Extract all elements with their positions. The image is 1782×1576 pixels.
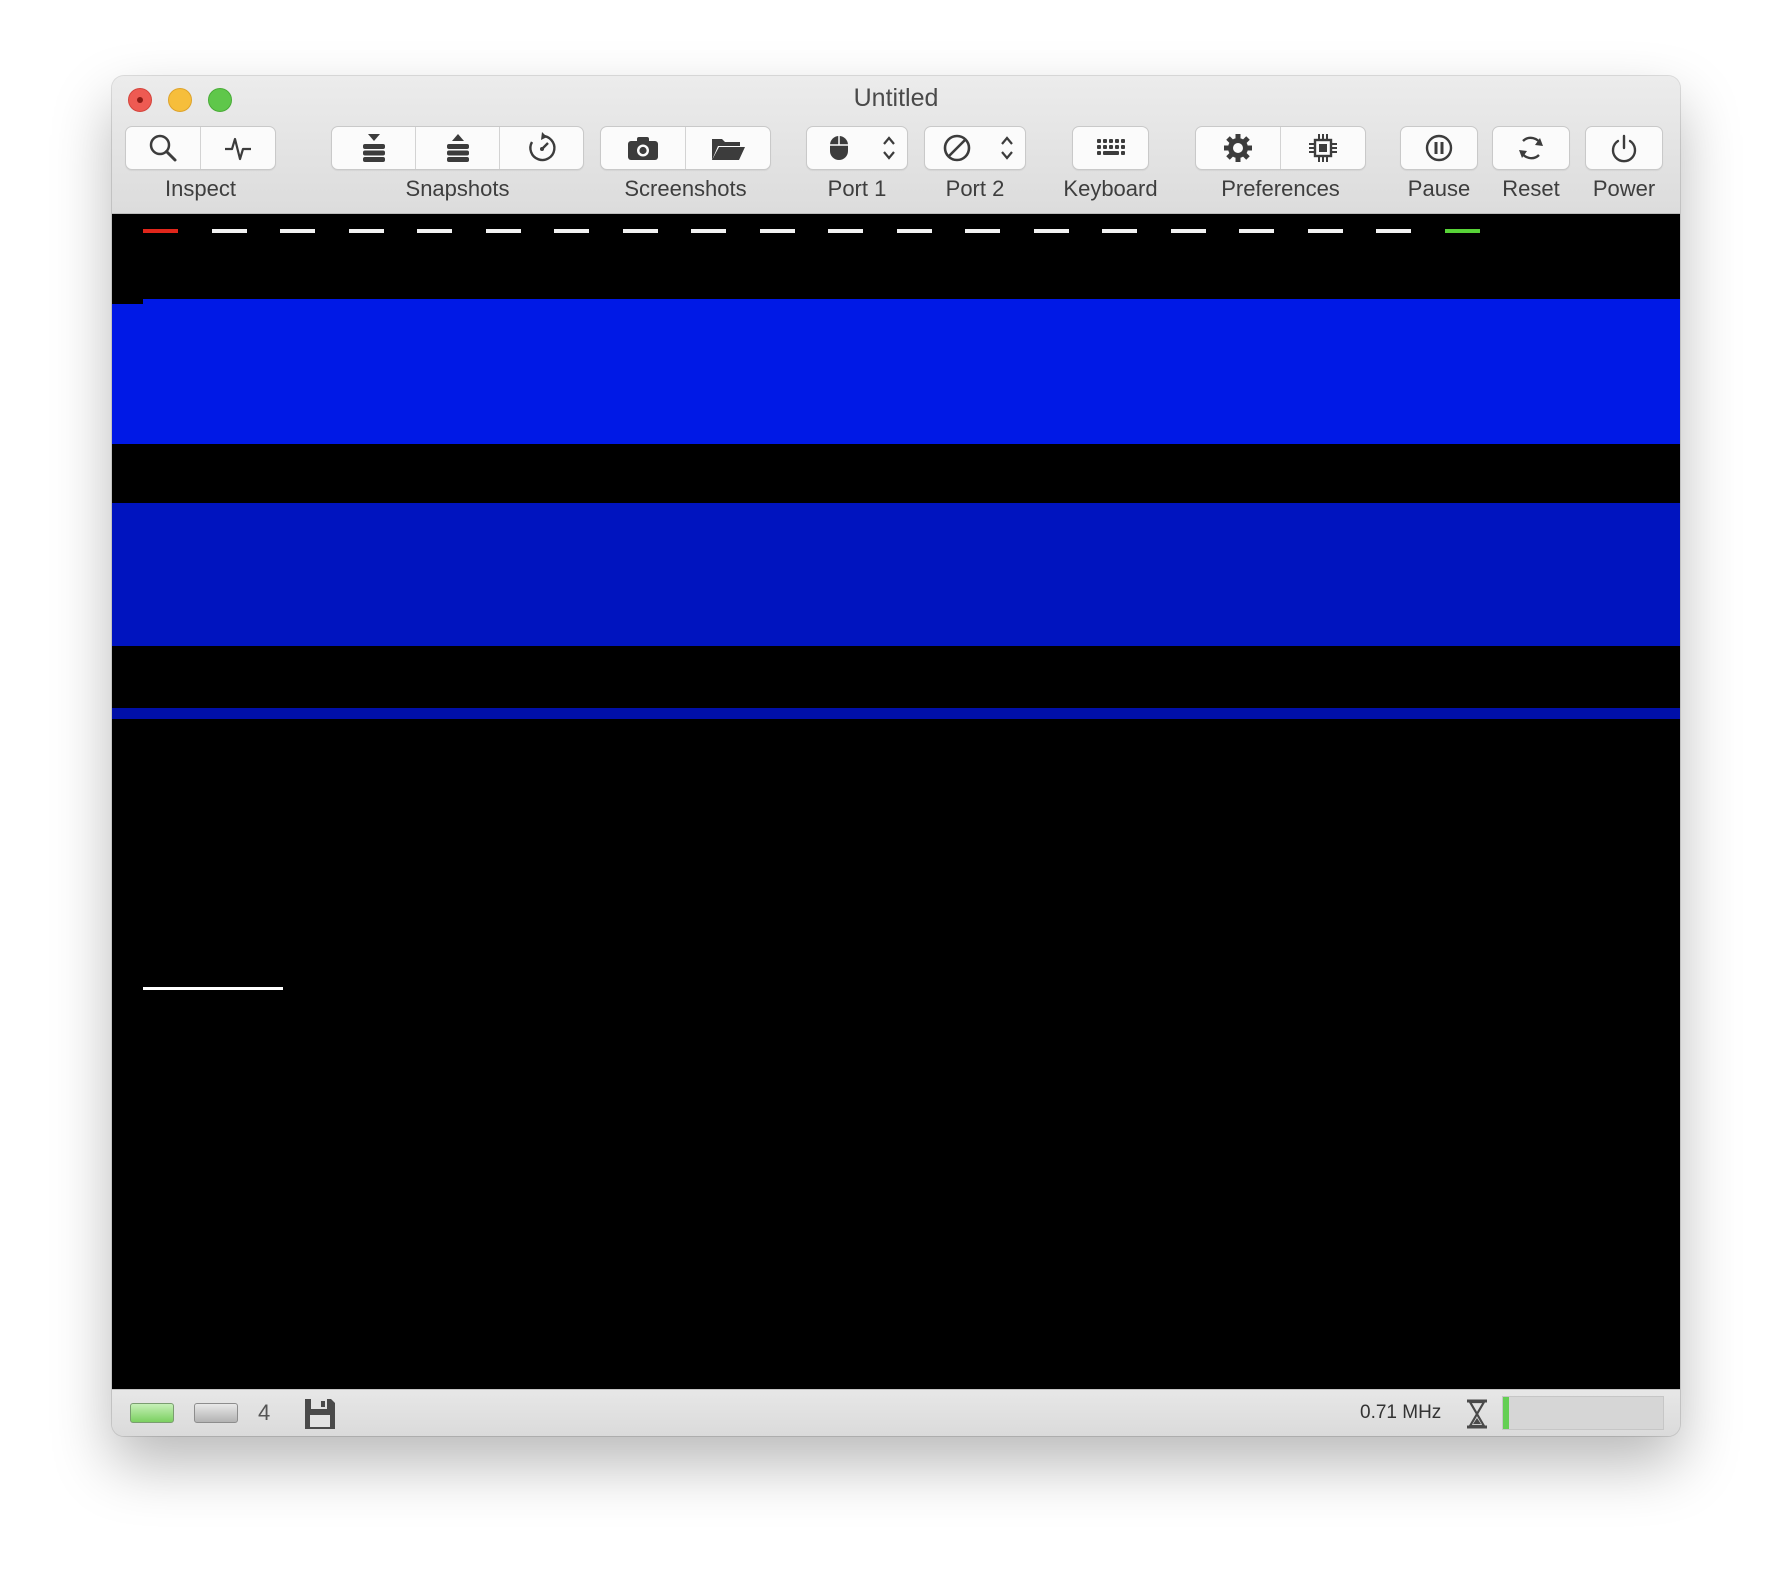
reset-label: Reset xyxy=(1502,176,1560,201)
clock-speed: 0.71 MHz xyxy=(1360,1402,1442,1423)
blue-band-2 xyxy=(112,503,1680,646)
screen-dash xyxy=(1444,229,1480,233)
screen-dash xyxy=(348,229,384,233)
preferences-button[interactable] xyxy=(1196,127,1281,169)
screen-dash xyxy=(1376,229,1411,233)
speed-meter-fill xyxy=(1503,1397,1510,1429)
screen-dash xyxy=(211,229,247,233)
screen-dash xyxy=(1239,229,1274,233)
chip-icon xyxy=(1309,134,1337,162)
drive2-led xyxy=(194,1403,238,1423)
gear-icon xyxy=(1224,134,1252,162)
port2-device[interactable] xyxy=(925,127,989,169)
blue-band-1-edge xyxy=(112,304,143,444)
power-icon xyxy=(1611,134,1637,163)
take-snapshot-button[interactable] xyxy=(332,127,416,169)
speed-meter xyxy=(1502,1396,1664,1430)
keyboard-button[interactable] xyxy=(1073,127,1148,169)
blue-band-1 xyxy=(143,299,1680,444)
snapshots-label: Snapshots xyxy=(405,176,510,201)
port2-stepper[interactable] xyxy=(989,127,1025,169)
mouse-icon xyxy=(830,136,848,160)
drive-count: 4 xyxy=(258,1400,271,1425)
screen-dash xyxy=(828,229,863,233)
screen-dash xyxy=(280,229,315,233)
preferences-label: Preferences xyxy=(1221,176,1340,201)
screen-dash xyxy=(554,229,589,233)
inspect-group xyxy=(125,126,276,170)
take-snapshot-icon xyxy=(362,134,385,162)
emulator-window: Untitled Inspect Snapshots Screenshots P… xyxy=(112,76,1680,1436)
screen-dash xyxy=(417,229,452,233)
restore-snapshot-button[interactable] xyxy=(416,127,500,169)
hardware-preferences-button[interactable] xyxy=(1281,127,1365,169)
inspect-button[interactable] xyxy=(126,127,201,169)
stepper-icon xyxy=(883,136,895,160)
restore-snapshot-icon xyxy=(446,134,469,162)
title-toolbar: Untitled Inspect Snapshots Screenshots P… xyxy=(112,76,1680,214)
port1-device[interactable] xyxy=(807,127,871,169)
pause-icon xyxy=(1425,134,1453,162)
blue-band-3 xyxy=(112,708,1680,719)
take-screenshot-button[interactable] xyxy=(601,127,686,169)
keyboard-label: Keyboard xyxy=(1063,176,1158,201)
pause-button[interactable] xyxy=(1401,127,1477,169)
power-group xyxy=(1585,126,1663,170)
port1-stepper[interactable] xyxy=(871,127,907,169)
screen-dash xyxy=(1307,229,1343,233)
keyboard-group xyxy=(1072,126,1149,170)
screen-dash xyxy=(485,229,521,233)
screenshots-label: Screenshots xyxy=(624,176,747,201)
activity-monitor-icon xyxy=(225,137,251,161)
screen-dash xyxy=(965,229,1000,233)
snapshots-group xyxy=(331,126,584,170)
pause-label: Pause xyxy=(1407,176,1471,201)
reset-icon xyxy=(1519,136,1543,160)
reset-group xyxy=(1492,126,1570,170)
drive1-led xyxy=(130,1403,174,1423)
power-button[interactable] xyxy=(1586,127,1662,169)
none-icon xyxy=(943,134,971,162)
floppy-icon[interactable] xyxy=(302,1396,338,1432)
port1-label: Port 1 xyxy=(827,176,887,201)
keyboard-icon xyxy=(1096,139,1125,155)
monitor-button[interactable] xyxy=(201,127,275,169)
screenshot-folder-button[interactable] xyxy=(686,127,770,169)
hourglass-icon[interactable] xyxy=(1464,1398,1490,1430)
camera-icon xyxy=(628,137,658,160)
snapshot-browser-icon xyxy=(528,132,556,162)
folder-icon xyxy=(712,139,745,160)
screen-dash xyxy=(896,229,932,233)
preferences-group xyxy=(1195,126,1366,170)
snapshot-browser-button[interactable] xyxy=(500,127,583,169)
inspect-label: Inspect xyxy=(165,176,236,201)
screen-dash xyxy=(1033,229,1069,233)
text-cursor xyxy=(143,987,283,990)
window-title: Untitled xyxy=(853,84,939,112)
port1-selector[interactable] xyxy=(806,126,908,170)
port2-selector[interactable] xyxy=(924,126,1026,170)
status-bar: 4 0.71 MHz xyxy=(112,1389,1680,1436)
screenshots-group xyxy=(600,126,771,170)
reset-button[interactable] xyxy=(1493,127,1569,169)
screen-dash xyxy=(759,229,795,233)
inspect-search-icon xyxy=(149,134,177,162)
screen-dash xyxy=(1102,229,1137,233)
screen-dash xyxy=(691,229,726,233)
pause-group xyxy=(1400,126,1478,170)
screen-dash xyxy=(622,229,658,233)
stepper-icon xyxy=(1001,136,1013,160)
screen-dash xyxy=(1170,229,1206,233)
emulator-screen[interactable] xyxy=(112,214,1680,1389)
port2-label: Port 2 xyxy=(945,176,1005,201)
power-label: Power xyxy=(1592,176,1656,201)
screen-dash xyxy=(143,229,178,233)
